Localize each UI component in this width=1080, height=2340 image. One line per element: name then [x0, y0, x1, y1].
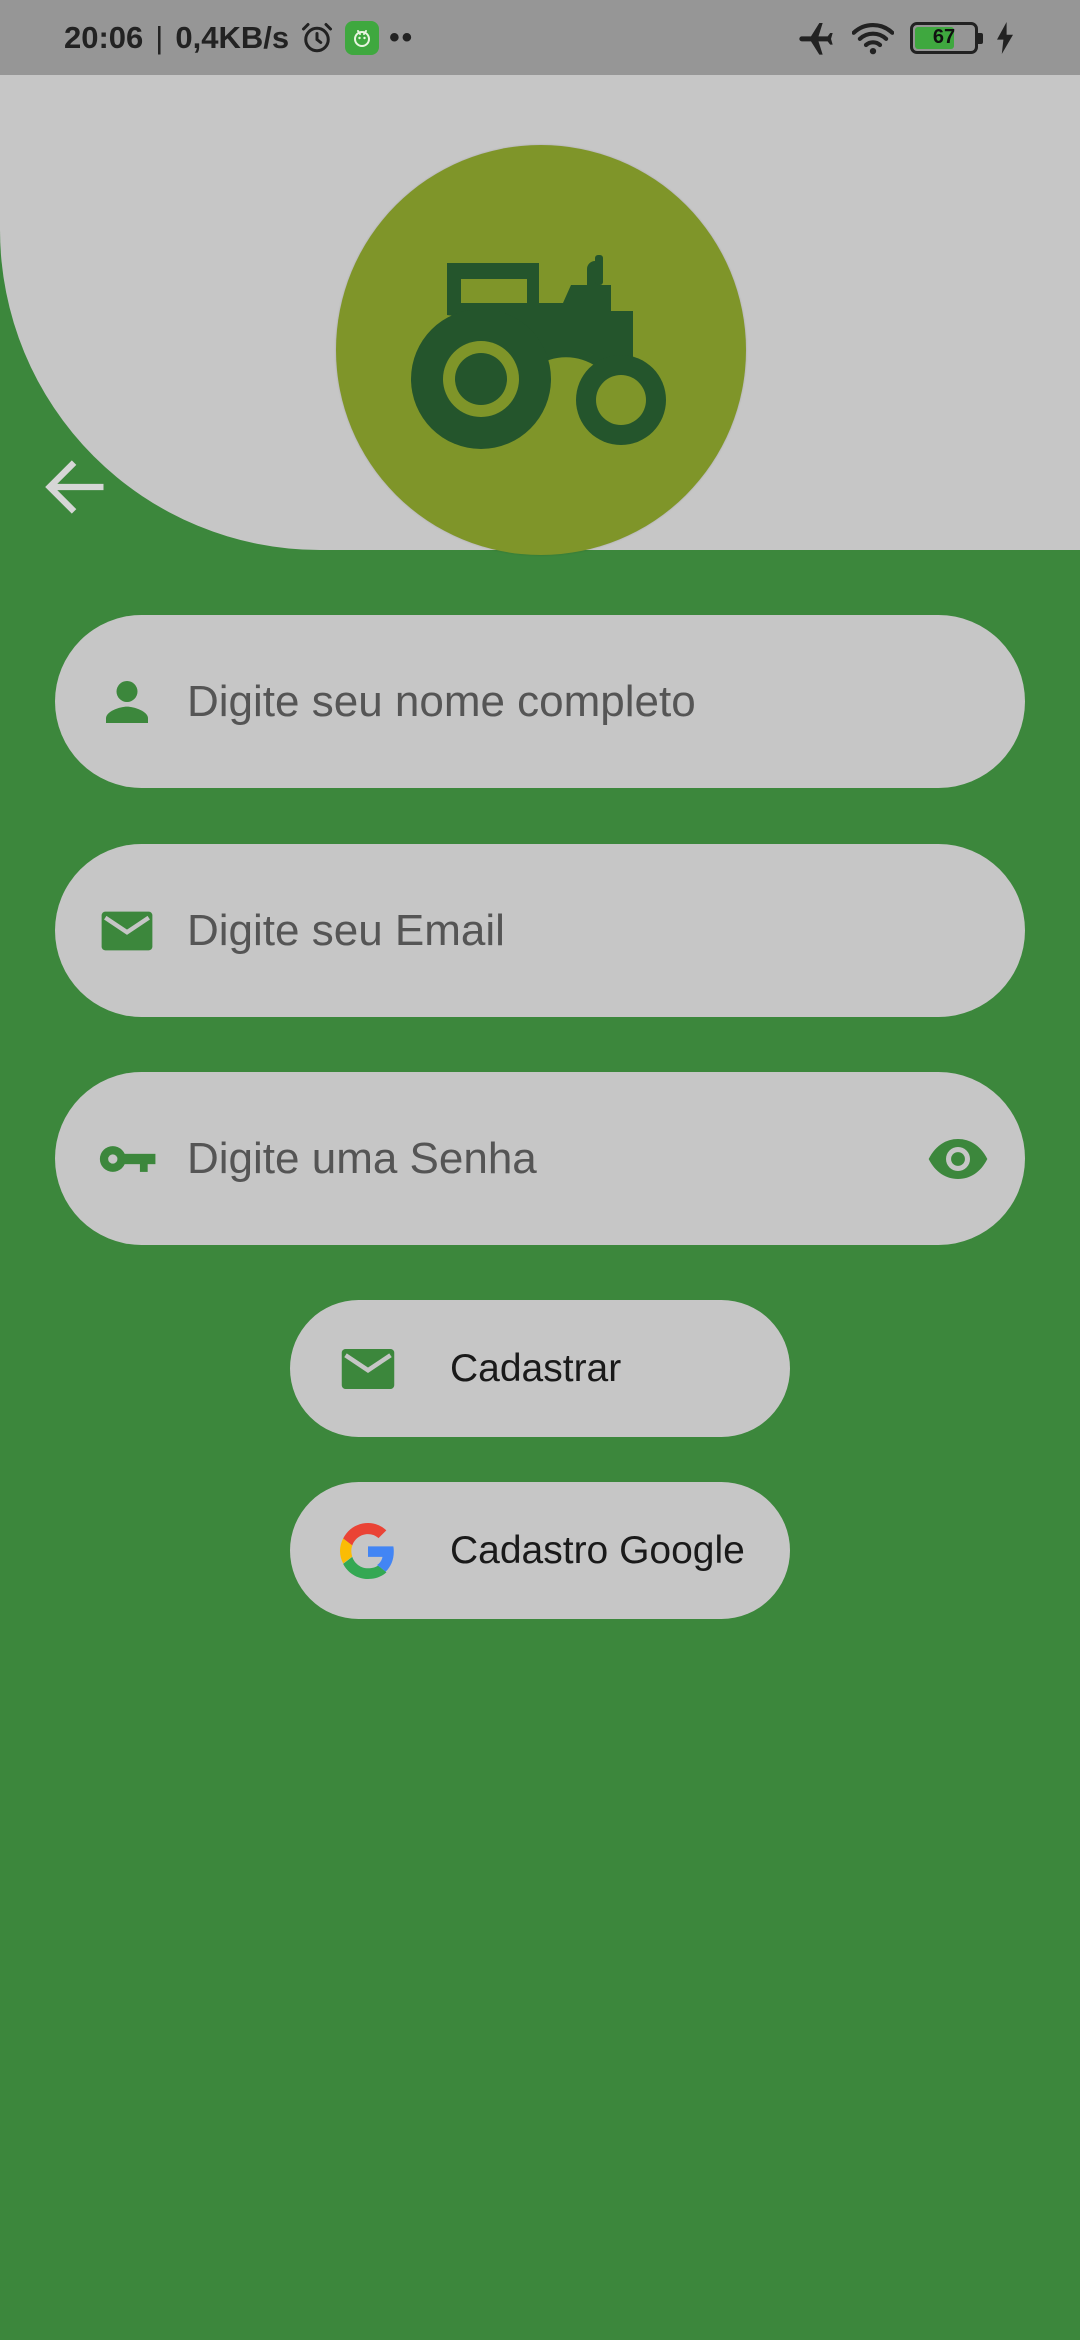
email-field[interactable]: [55, 844, 1025, 1017]
logo: [336, 145, 746, 555]
status-right: 67: [796, 18, 1016, 58]
register-screen: 20:06 | 0,4KB/s •• 67 Digite seu nome co…: [0, 0, 1080, 2340]
battery-level: 67: [932, 26, 956, 48]
arrow-left-icon: [45, 460, 104, 514]
app-notification-icon: [345, 20, 380, 55]
register-button[interactable]: Cadastrar: [290, 1300, 790, 1437]
status-bar: 20:06 | 0,4KB/s •• 67: [0, 0, 1080, 75]
name-field[interactable]: [55, 615, 1025, 788]
more-notifications-icon: ••: [389, 20, 415, 54]
email-input[interactable]: [187, 905, 1025, 956]
google-register-button-label: Cadastro Google: [450, 1528, 745, 1572]
password-input[interactable]: [187, 1133, 923, 1184]
battery-icon: 67: [910, 21, 983, 54]
google-icon: [338, 1521, 398, 1581]
person-icon: [95, 670, 159, 734]
header-background: [0, 75, 1080, 555]
google-register-button[interactable]: Cadastro Google: [290, 1482, 790, 1619]
status-separator: |: [155, 19, 164, 55]
key-icon: [95, 1127, 159, 1191]
back-button[interactable]: [36, 448, 114, 526]
status-time: 20:06: [64, 19, 144, 55]
charging-icon: [994, 21, 1016, 54]
tractor-icon: [411, 255, 666, 449]
name-input[interactable]: [187, 676, 1025, 727]
status-network-speed: 0,4KB/s: [175, 19, 290, 55]
wifi-icon: [852, 20, 894, 56]
status-left: 20:06 | 0,4KB/s ••: [64, 20, 414, 56]
airplane-icon: [796, 18, 836, 58]
eye-icon[interactable]: [923, 1124, 993, 1194]
mail-icon: [95, 899, 159, 963]
alarm-icon: [299, 20, 335, 56]
mail-icon: [338, 1339, 398, 1399]
register-button-label: Cadastrar: [450, 1346, 622, 1390]
password-field[interactable]: [55, 1072, 1025, 1245]
